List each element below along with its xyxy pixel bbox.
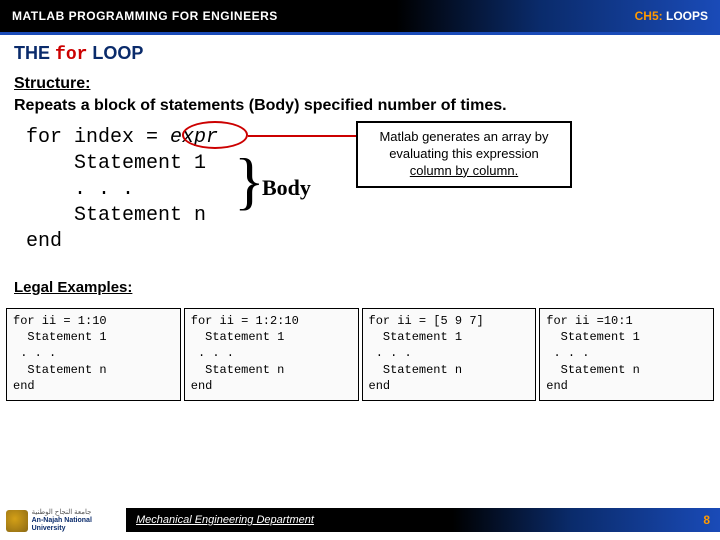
ex-line: Statement 1 xyxy=(13,329,174,345)
ex-line: for ii =10:1 xyxy=(546,313,707,329)
example-box: for ii = [5 9 7] Statement 1 . . . State… xyxy=(362,308,537,401)
header-chapter: CH5: LOOPS xyxy=(635,9,708,23)
department-name: Mechanical Engineering Department xyxy=(136,514,314,526)
callout-line-1: Matlab generates an array by xyxy=(366,129,562,146)
ex-line: Statement 1 xyxy=(546,329,707,345)
ex-line: end xyxy=(369,378,530,394)
slide-footer: جامعة النجاح الوطنية An-Najah National U… xyxy=(0,502,720,540)
ex-line: . . . xyxy=(369,345,530,361)
chapter-number: CH5: xyxy=(635,9,663,23)
ex-line: Statement n xyxy=(369,362,530,378)
code-line-5: end xyxy=(26,229,706,255)
ex-line: end xyxy=(13,378,174,394)
expr-callout-box: Matlab generates an array by evaluating … xyxy=(356,121,572,188)
ex-line: end xyxy=(546,378,707,394)
example-box: for ii =10:1 Statement 1 . . . Statement… xyxy=(539,308,714,401)
example-box: for ii = 1:2:10 Statement 1 . . . Statem… xyxy=(184,308,359,401)
ex-line: Statement n xyxy=(13,362,174,378)
header-title: MATLAB PROGRAMMING FOR ENGINEERS xyxy=(12,9,278,23)
code-structure-diagram: for index = expr Statement 1 . . . State… xyxy=(26,125,706,259)
ex-line: end xyxy=(191,378,352,394)
university-logo-icon xyxy=(6,510,28,532)
body-label: Body xyxy=(262,175,311,201)
uni-name-english: An-Najah National University xyxy=(32,517,126,532)
slide-header: MATLAB PROGRAMMING FOR ENGINEERS CH5: LO… xyxy=(0,0,720,32)
ex-line: for ii = 1:10 xyxy=(13,313,174,329)
ex-line: Statement n xyxy=(191,362,352,378)
curly-brace-icon: } xyxy=(234,149,265,213)
university-logo-area: جامعة النجاح الوطنية An-Najah National U… xyxy=(0,502,126,540)
slide-title: THE for LOOP xyxy=(0,35,720,69)
page-number: 8 xyxy=(703,513,710,527)
chapter-topic: LOOPS xyxy=(663,9,708,23)
title-the: THE xyxy=(14,43,55,63)
structure-heading: Structure: xyxy=(14,75,706,93)
example-box: for ii = 1:10 Statement 1 . . . Statemen… xyxy=(6,308,181,401)
legal-examples-heading: Legal Examples: xyxy=(14,279,720,296)
content-area: Structure: Repeats a block of statements… xyxy=(0,69,720,279)
ex-line: Statement 1 xyxy=(191,329,352,345)
connector-line-icon xyxy=(248,135,356,137)
ex-line: for ii = [5 9 7] xyxy=(369,313,530,329)
ex-line: for ii = 1:2:10 xyxy=(191,313,352,329)
structure-description: Repeats a block of statements (Body) spe… xyxy=(14,97,706,115)
footer-bar: Mechanical Engineering Department 8 xyxy=(126,508,720,532)
ex-line: Statement 1 xyxy=(369,329,530,345)
ex-line: Statement n xyxy=(546,362,707,378)
ex-line: . . . xyxy=(13,345,174,361)
title-for-keyword: for xyxy=(55,45,87,65)
code-line-4: Statement n xyxy=(26,203,706,229)
callout-line-2: evaluating this expression xyxy=(366,146,562,163)
ex-line: . . . xyxy=(191,345,352,361)
callout-line-3: column by column. xyxy=(366,163,562,180)
examples-row: for ii = 1:10 Statement 1 . . . Statemen… xyxy=(0,308,720,401)
uni-name-arabic: جامعة النجاح الوطنية xyxy=(32,509,126,517)
university-name: جامعة النجاح الوطنية An-Najah National U… xyxy=(32,509,126,532)
ex-line: . . . xyxy=(546,345,707,361)
title-loop: LOOP xyxy=(87,43,143,63)
